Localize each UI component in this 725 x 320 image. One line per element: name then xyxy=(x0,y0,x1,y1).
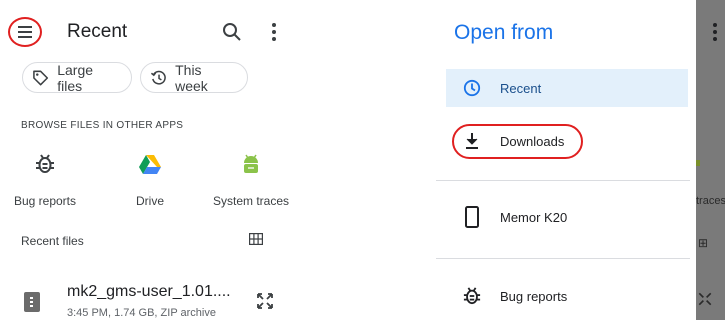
drawer-title: Open from xyxy=(454,21,554,44)
screenshot-root: Recent Large files This week BROWSE FILE… xyxy=(0,0,725,320)
drawer-scrim[interactable]: traces ⊞ xyxy=(696,0,725,320)
file-meta: 3:45 PM, 1.74 GB, ZIP archive xyxy=(67,307,216,319)
phone-icon xyxy=(465,206,479,228)
ghost-traces-label: traces xyxy=(696,195,725,207)
tag-icon xyxy=(33,70,49,85)
navigation-drawer: Open from Recent Downloads Memor K20 Bug… xyxy=(436,0,696,320)
section-heading: BROWSE FILES IN OTHER APPS xyxy=(21,120,184,131)
ghost-android-icon xyxy=(696,160,700,166)
drawer-item-recent[interactable]: Recent xyxy=(446,69,688,107)
app-system-traces[interactable]: System traces xyxy=(196,152,306,208)
more-options-icon[interactable] xyxy=(271,23,277,41)
drawer-item-label: Bug reports xyxy=(500,288,568,304)
drawer-item-memor-k20[interactable]: Memor K20 xyxy=(446,198,688,236)
zip-file-icon xyxy=(24,292,40,312)
app-drive[interactable]: Drive xyxy=(95,152,205,208)
divider xyxy=(436,180,690,181)
open-from-screen: traces ⊞ Open from Recent Downloads Memo… xyxy=(436,0,725,320)
bug-icon xyxy=(463,287,481,305)
drawer-item-label: Memor K20 xyxy=(500,209,568,225)
bug-icon xyxy=(36,154,54,173)
page-title: Recent xyxy=(67,21,128,42)
history-icon xyxy=(150,70,166,85)
chip-label: Large files xyxy=(57,61,94,94)
expand-icon[interactable] xyxy=(254,290,276,312)
divider xyxy=(436,258,690,259)
app-bug-reports[interactable]: Bug reports xyxy=(0,152,100,208)
files-recent-screen: Recent Large files This week BROWSE FILE… xyxy=(0,0,300,320)
file-name[interactable]: mk2_gms-user_1.01.... xyxy=(67,283,231,301)
android-icon xyxy=(244,154,258,173)
ghost-expand-icon xyxy=(698,292,712,306)
drawer-item-label: Downloads xyxy=(500,133,565,149)
more-options-icon[interactable] xyxy=(712,23,718,41)
ghost-grid-icon: ⊞ xyxy=(698,236,709,250)
drawer-item-bug-reports[interactable]: Bug reports xyxy=(446,277,688,315)
app-label: Bug reports xyxy=(13,194,77,208)
app-label: Drive xyxy=(135,194,164,208)
chip-large-files[interactable]: Large files xyxy=(22,61,132,94)
drawer-item-label: Recent xyxy=(500,80,542,96)
chip-this-week[interactable]: This week xyxy=(140,61,248,94)
chip-label: This week xyxy=(175,61,208,94)
download-icon xyxy=(466,133,478,149)
hamburger-icon xyxy=(18,26,32,38)
drive-icon xyxy=(139,155,161,174)
search-icon[interactable] xyxy=(222,22,242,42)
drawer-item-downloads[interactable]: Downloads xyxy=(446,122,688,160)
recent-files-heading: Recent files xyxy=(21,234,84,248)
app-label: System traces xyxy=(212,194,290,208)
grid-view-icon[interactable] xyxy=(249,233,263,245)
clock-icon xyxy=(463,79,481,97)
menu-button[interactable] xyxy=(8,17,42,47)
